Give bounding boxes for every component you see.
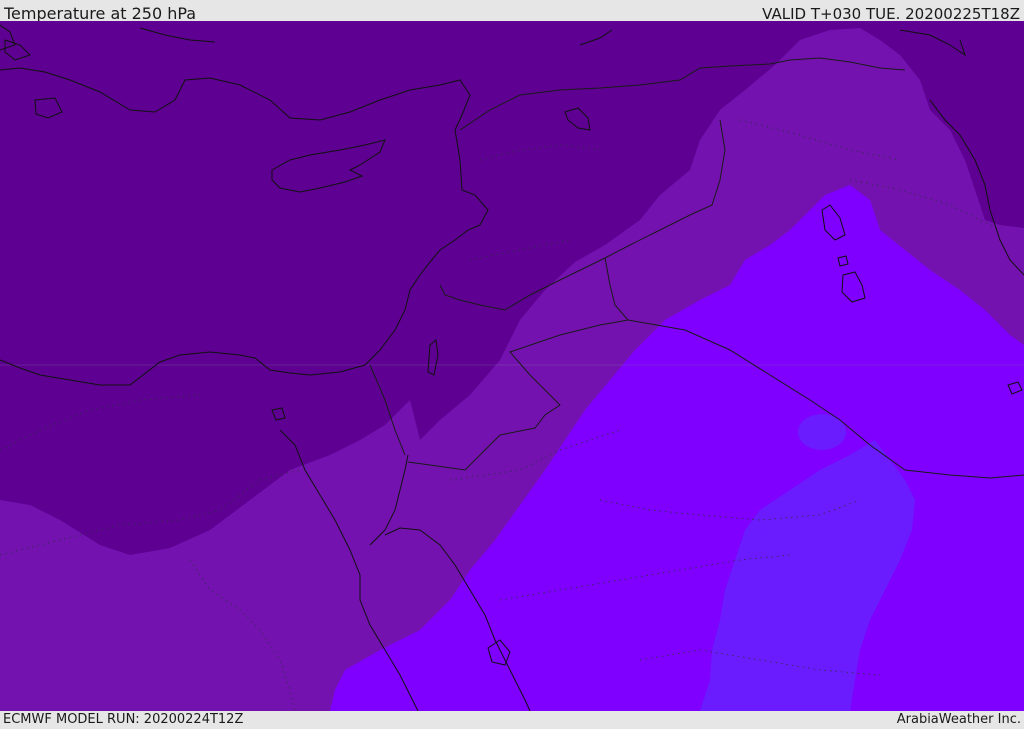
temp-band-mild-patch-small — [746, 529, 770, 561]
weather-map[interactable] — [0, 21, 1024, 711]
map-viewer: Temperature at 250 hPa VALID T+030 TUE. … — [0, 0, 1024, 729]
header-bar: Temperature at 250 hPa VALID T+030 TUE. … — [0, 0, 1024, 23]
model-run-label: ECMWF MODEL RUN: 20200224T12Z — [3, 712, 244, 727]
provider-label: ArabiaWeather Inc. — [896, 712, 1021, 727]
footer-bar: ECMWF MODEL RUN: 20200224T12Z ArabiaWeat… — [0, 711, 1024, 729]
map-canvas — [0, 21, 1024, 711]
